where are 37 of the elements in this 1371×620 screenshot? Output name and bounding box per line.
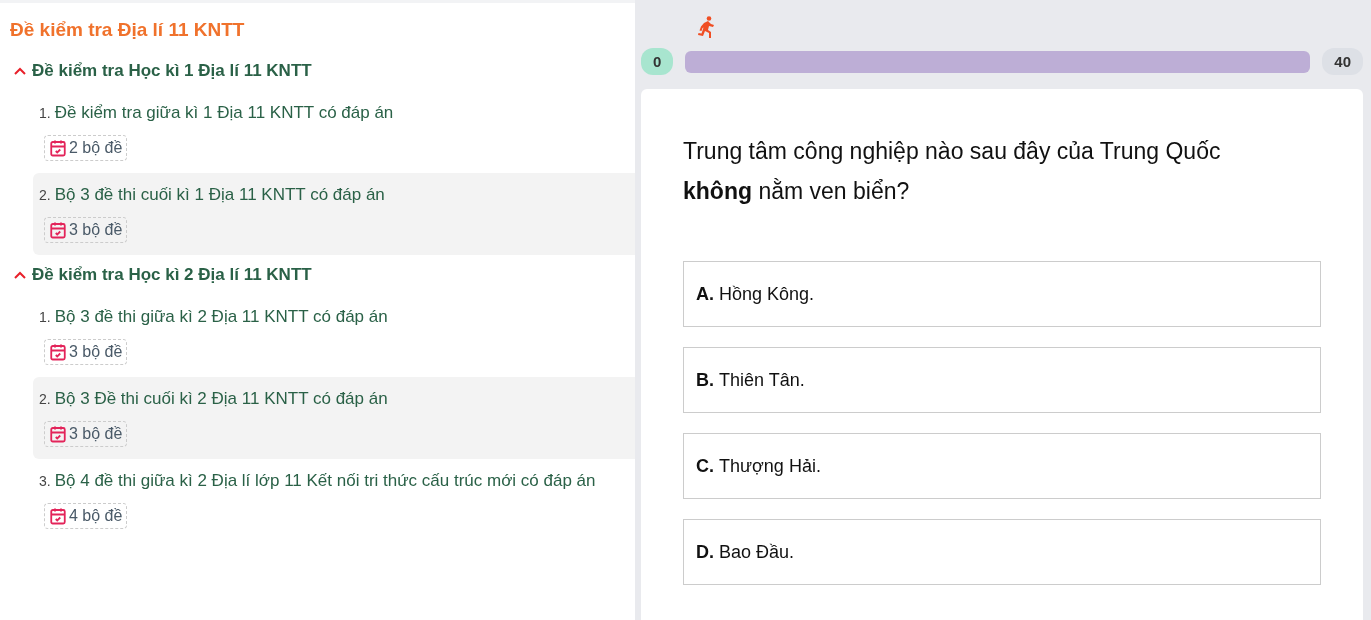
section-title[interactable]: Đề kiểm tra Học kì 2 Địa lí 11 KNTT xyxy=(32,265,312,285)
item-title[interactable]: Bộ 3 đề thi cuối kì 1 Địa 11 KNTT có đáp án xyxy=(54,185,385,205)
list-item[interactable]: 3. Bộ 4 đề thi giữa kì 2 Địa lí lớp 11 Kết nối tri thức cấu trúc mới có đáp án 4 bộ đề xyxy=(33,459,635,541)
caret-icon[interactable] xyxy=(14,271,26,279)
item-title[interactable]: Bộ 3 Đề thi cuối kì 2 Địa 11 KNTT có đáp án xyxy=(54,389,388,409)
answer-option[interactable]: D. Bao Đầu. xyxy=(683,519,1321,585)
total-count: 40 xyxy=(1322,48,1363,75)
answer-option[interactable]: B. Thiên Tân. xyxy=(683,347,1321,413)
caret-icon[interactable] xyxy=(14,67,26,75)
calendar-check-icon xyxy=(49,343,67,361)
list-item[interactable]: 1. Đề kiểm tra giữa kì 1 Địa 11 KNTT có đáp án 2 bộ đề xyxy=(33,91,635,173)
badge-text: 2 bộ đề xyxy=(69,139,123,157)
list-item[interactable]: 2. Bộ 3 đề thi cuối kì 1 Địa 11 KNTT có đáp án 3 bộ đề xyxy=(33,173,635,255)
question-text: Trung tâm công nghiệp nào sau đây của Trung Quốc không nằm ven biển? xyxy=(683,137,1222,206)
item-title[interactable]: Bộ 3 đề thi giữa kì 2 Địa 11 KNTT có đáp án xyxy=(54,307,388,327)
calendar-check-icon xyxy=(49,139,67,157)
badge-text: 4 bộ đề xyxy=(69,507,123,525)
start-count: 0 xyxy=(641,48,674,75)
item-title[interactable]: Bộ 4 đề thi giữa kì 2 Địa lí lớp 11 Kết nối tri thức cấu trúc mới có đáp án xyxy=(54,471,596,491)
list-item[interactable]: 2. Bộ 3 Đề thi cuối kì 2 Địa 11 KNTT có đáp án 3 bộ đề xyxy=(33,377,635,459)
item-number: 1. xyxy=(39,309,51,325)
calendar-check-icon xyxy=(49,507,67,525)
answer-option[interactable]: C. Thượng Hải. xyxy=(683,433,1321,499)
calendar-check-icon xyxy=(49,425,67,443)
item-number: 3. xyxy=(39,473,51,489)
item-number: 2. xyxy=(39,187,51,203)
item-number: 1. xyxy=(39,105,51,121)
badge-text: 3 bộ đề xyxy=(69,425,123,443)
badge-text: 3 bộ đề xyxy=(69,343,123,361)
page-title: Đề kiểm tra Địa lí 11 KNTT xyxy=(9,18,246,42)
badge-text: 3 bộ đề xyxy=(69,221,123,239)
answer-option[interactable]: A. Hồng Kông. xyxy=(683,261,1321,327)
item-number: 2. xyxy=(39,391,51,407)
calendar-check-icon xyxy=(49,221,67,239)
section-title[interactable]: Đề kiểm tra Học kì 1 Địa lí 11 KNTT xyxy=(32,61,312,81)
item-title[interactable]: Đề kiểm tra giữa kì 1 Địa 11 KNTT có đáp án xyxy=(54,103,394,123)
list-item[interactable]: 1. Bộ 3 đề thi giữa kì 2 Địa 11 KNTT có đáp án 3 bộ đề xyxy=(33,295,635,377)
